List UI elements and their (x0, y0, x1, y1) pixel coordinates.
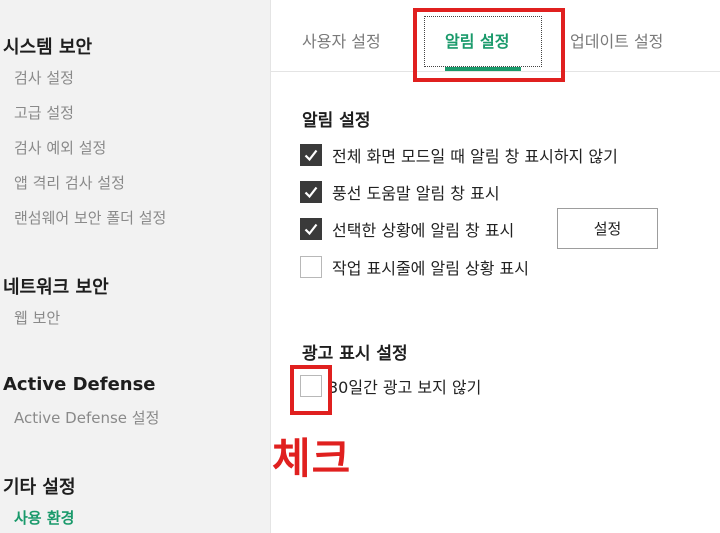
checkbox-no-alert-fullscreen[interactable] (300, 144, 322, 166)
option-label: 선택한 상황에 알림 창 표시 (332, 221, 515, 240)
option-label: 30일간 광고 보지 않기 (328, 378, 482, 397)
option-balloon-tip[interactable]: 풍선 도움말 알림 창 표시 (300, 180, 500, 204)
sidebar-group-network-security[interactable]: 네트워크 보안 (3, 273, 109, 299)
option-no-alert-fullscreen[interactable]: 전체 화면 모드일 때 알림 창 표시하지 않기 (300, 143, 618, 167)
sidebar-item-app-isolation-scan[interactable]: 앱 격리 검사 설정 (14, 172, 125, 193)
option-label: 작업 표시줄에 알림 상황 표시 (332, 259, 529, 278)
checkbox-balloon-tip[interactable] (300, 181, 322, 203)
tab-update-settings[interactable]: 업데이트 설정 (570, 28, 663, 52)
sidebar-item-usage-environment[interactable]: 사용 환경 (14, 507, 74, 528)
ad-section-title: 광고 표시 설정 (302, 344, 408, 364)
option-selected-situations[interactable]: 선택한 상황에 알림 창 표시 (300, 217, 514, 241)
sidebar-item-scan-exclusions[interactable]: 검사 예외 설정 (14, 137, 106, 158)
check-icon (304, 186, 318, 199)
settings-button[interactable]: 설정 (557, 208, 658, 249)
sidebar-divider (270, 0, 271, 533)
sidebar-group-system-security[interactable]: 시스템 보안 (3, 33, 92, 59)
sidebar-item-advanced-settings[interactable]: 고급 설정 (14, 102, 74, 123)
check-icon (304, 149, 318, 162)
sidebar: 시스템 보안 검사 설정 고급 설정 검사 예외 설정 앱 격리 검사 설정 랜… (0, 0, 270, 533)
option-label: 풍선 도움말 알림 창 표시 (332, 184, 500, 203)
sidebar-item-web-security[interactable]: 웹 보안 (14, 307, 60, 328)
annotation-highlight-tab (413, 8, 565, 82)
sidebar-group-active-defense[interactable]: Active Defense (3, 374, 156, 395)
sidebar-item-active-defense-settings[interactable]: Active Defense 설정 (14, 407, 159, 428)
annotation-text: 체크 (272, 434, 352, 483)
sidebar-group-other-settings[interactable]: 기타 설정 (3, 473, 76, 499)
option-taskbar-status[interactable]: 작업 표시줄에 알림 상황 표시 (300, 255, 529, 279)
sidebar-item-scan-settings[interactable]: 검사 설정 (14, 67, 74, 88)
option-label: 전체 화면 모드일 때 알림 창 표시하지 않기 (332, 147, 618, 166)
check-icon (304, 223, 318, 236)
checkbox-selected-situations[interactable] (300, 218, 322, 240)
tab-user-settings[interactable]: 사용자 설정 (302, 28, 381, 52)
sidebar-item-ransomware-folder[interactable]: 랜섬웨어 보안 폴더 설정 (14, 207, 166, 228)
notification-section-title: 알림 설정 (302, 111, 371, 131)
annotation-highlight-checkbox (290, 365, 332, 415)
settings-window: 시스템 보안 검사 설정 고급 설정 검사 예외 설정 앱 격리 검사 설정 랜… (0, 0, 720, 533)
checkbox-taskbar-status[interactable] (300, 256, 322, 278)
